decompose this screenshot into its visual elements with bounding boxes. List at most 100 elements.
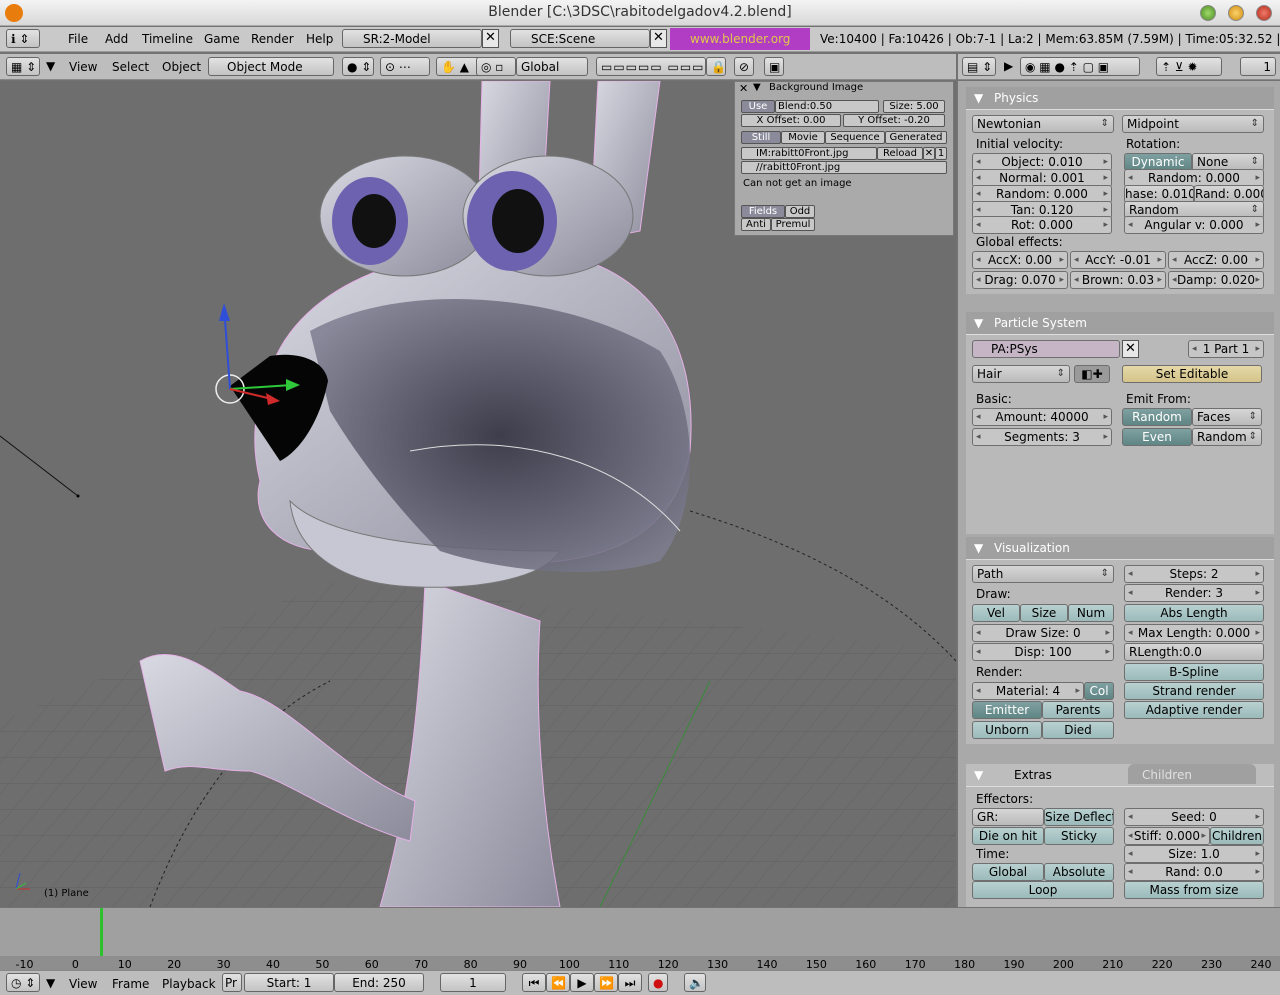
manipulator-mode[interactable]: ◎ ▫ — [476, 57, 516, 76]
buttons-editor-type-button[interactable]: ▤ ⇕ — [962, 57, 996, 76]
menu-render[interactable]: Render — [251, 32, 294, 46]
accy-field[interactable]: AccY: -0.01 — [1070, 251, 1166, 269]
effector-group-field[interactable]: GR: — [972, 808, 1044, 826]
accx-field[interactable]: AccX: 0.00 — [972, 251, 1068, 269]
menu-view[interactable]: View — [69, 60, 97, 74]
draw-type-selector[interactable]: ● ⇕ — [342, 57, 374, 76]
disp-field[interactable]: Disp: 100 — [972, 643, 1114, 661]
bg-tab-still[interactable]: Still — [741, 131, 781, 144]
rlength-slider[interactable]: RLength:0.0 — [1124, 643, 1264, 661]
damp-field[interactable]: Damp: 0.020 — [1168, 271, 1264, 289]
bg-x-offset-field[interactable]: X Offset: 0.00 — [741, 114, 841, 127]
bg-image-close-icon[interactable]: ✕ — [923, 147, 935, 160]
current-frame-indicator[interactable] — [100, 908, 104, 956]
preview-range-toggle[interactable]: Pr — [222, 973, 242, 992]
start-frame-field[interactable]: Start: 1 — [244, 973, 334, 992]
play-icon[interactable]: ▶ — [570, 973, 594, 992]
adaptive-render-toggle[interactable]: Adaptive render — [1124, 701, 1264, 719]
menu-help[interactable]: Help — [306, 32, 333, 46]
menu-timeline[interactable]: Timeline — [142, 32, 193, 46]
material-field[interactable]: Material: 4 — [972, 682, 1084, 700]
bg-premul-toggle[interactable]: Premul — [771, 218, 815, 231]
draw-vel-toggle[interactable]: Vel — [972, 604, 1020, 622]
prev-keyframe-icon[interactable]: ⏪ — [546, 973, 570, 992]
record-icon[interactable]: ● — [648, 973, 668, 992]
draw-size-field[interactable]: Draw Size: 0 — [972, 624, 1114, 642]
header-collapse-icon[interactable]: ▼ — [46, 976, 55, 990]
emit-random-toggle[interactable]: Random — [1122, 408, 1192, 426]
next-keyframe-icon[interactable]: ⏩ — [594, 973, 618, 992]
bg-reload-button[interactable]: Reload — [877, 147, 923, 160]
scene-delete-button[interactable]: ✕ — [650, 29, 667, 48]
emit-even-toggle[interactable]: Even — [1122, 428, 1192, 446]
bg-size-field[interactable]: Size: 5.00 — [883, 100, 945, 113]
blender-site-link[interactable]: www.blender.org 246 — [670, 28, 810, 68]
bg-odd-toggle[interactable]: Odd — [785, 205, 815, 218]
menu-game[interactable]: Game — [204, 32, 240, 46]
header-collapse-icon[interactable]: ▼ — [46, 59, 55, 73]
size-deflect-toggle[interactable]: Size Deflect — [1044, 808, 1114, 826]
screen-delete-button[interactable]: ✕ — [482, 29, 499, 48]
current-frame-field[interactable]: 1 — [440, 973, 506, 992]
drag-field[interactable]: Drag: 0.070 — [972, 271, 1068, 289]
menu-object[interactable]: Object — [162, 60, 201, 74]
menu-frame[interactable]: Frame — [112, 977, 149, 991]
menu-add[interactable]: Add — [105, 32, 128, 46]
set-editable-button[interactable]: Set Editable — [1122, 365, 1262, 383]
bg-tab-generated[interactable]: Generated — [885, 131, 947, 144]
pivot-selector[interactable]: ⊙ ⋯ — [380, 57, 430, 76]
bg-blend-slider[interactable]: Blend:0.50 — [775, 100, 879, 113]
size-field[interactable]: Size: 1.0 — [1124, 845, 1264, 863]
time-absolute-toggle[interactable]: Absolute — [1044, 863, 1114, 881]
end-frame-field[interactable]: End: 250 — [334, 973, 424, 992]
header-collapse-icon[interactable]: ▶ — [1004, 59, 1013, 73]
orientation-selector[interactable]: Global — [516, 57, 588, 76]
size-rand-field[interactable]: Rand: 0.0 — [1124, 863, 1264, 881]
bg-use-toggle[interactable]: Use — [741, 100, 775, 113]
mass-from-size-toggle[interactable]: Mass from size — [1124, 881, 1264, 899]
stiff-children-toggle[interactable]: Children — [1210, 827, 1264, 845]
menu-file[interactable]: File — [68, 32, 88, 46]
bg-image-name[interactable]: IM:rabitt0Front.jpg — [741, 147, 877, 160]
seed-field[interactable]: Seed: 0 — [1124, 808, 1264, 826]
max-length-field[interactable]: Max Length: 0.000 — [1124, 624, 1264, 642]
amount-field[interactable]: Amount: 40000 — [972, 408, 1112, 426]
tab-children[interactable]: Children — [1128, 764, 1256, 784]
jump-end-icon[interactable]: ⏭ — [618, 973, 642, 992]
died-toggle[interactable]: Died — [1042, 721, 1114, 739]
bg-image-path-field[interactable]: //rabitt0Front.jpg — [741, 161, 947, 174]
frame-field[interactable]: 1 — [1240, 57, 1276, 76]
emitter-toggle[interactable]: Emitter — [972, 701, 1042, 719]
view3d-editor-type-button[interactable]: ▦ ⇕ — [6, 57, 40, 76]
jump-start-icon[interactable]: ⏮ — [522, 973, 546, 992]
mode-selector[interactable]: Object Mode — [208, 57, 334, 76]
viewport-3d[interactable]: (1) Plane ✕ ▼ Background Image Use Blend… — [0, 81, 956, 907]
accz-field[interactable]: AccZ: 0.00 — [1168, 251, 1264, 269]
segments-field[interactable]: Segments: 3 — [972, 428, 1112, 446]
bg-tab-movie[interactable]: Movie — [781, 131, 825, 144]
close-button[interactable] — [1256, 5, 1272, 21]
draw-num-toggle[interactable]: Num — [1068, 604, 1114, 622]
render-preview-icon[interactable]: ⊘ — [734, 57, 754, 76]
col-toggle[interactable]: Col — [1084, 682, 1114, 700]
emit-faces-dropdown[interactable]: Faces — [1192, 408, 1262, 426]
steps-field[interactable]: Steps: 2 — [1124, 565, 1264, 583]
info-editor-type-button[interactable]: ℹ ⇕ — [6, 29, 40, 48]
audio-mute-icon[interactable]: 🔈 — [684, 973, 706, 992]
brown-field[interactable]: Brown: 0.03 — [1070, 271, 1166, 289]
menu-select[interactable]: Select — [112, 60, 149, 74]
particle-system-panel-header[interactable]: ▼ Particle System — [966, 312, 1274, 334]
sticky-toggle[interactable]: Sticky — [1044, 827, 1114, 845]
screen-selector[interactable]: SR:2-Model — [342, 29, 482, 48]
layer-buttons[interactable]: ▭▭▭▭▭ ▭▭▭▭▭ — [596, 57, 706, 76]
rot-velocity-field[interactable]: Rot: 0.000 — [972, 216, 1112, 234]
parents-toggle[interactable]: Parents — [1042, 701, 1114, 719]
context-tabs[interactable]: ◉ ▦ ● ⇡ ▢ ▣ — [1020, 57, 1140, 76]
stiff-field[interactable]: Stiff: 0.000 — [1124, 827, 1210, 845]
maximize-button[interactable] — [1228, 5, 1244, 21]
render-opengl-icon[interactable]: ▣ — [764, 57, 784, 76]
particle-system-name-field[interactable]: PA:PSys — [972, 340, 1120, 358]
lamp-object[interactable] — [76, 494, 80, 498]
extras-panel-header[interactable]: ▼ Extras Children — [966, 764, 1274, 786]
panel-collapse-icon[interactable]: ▼ — [753, 82, 761, 93]
